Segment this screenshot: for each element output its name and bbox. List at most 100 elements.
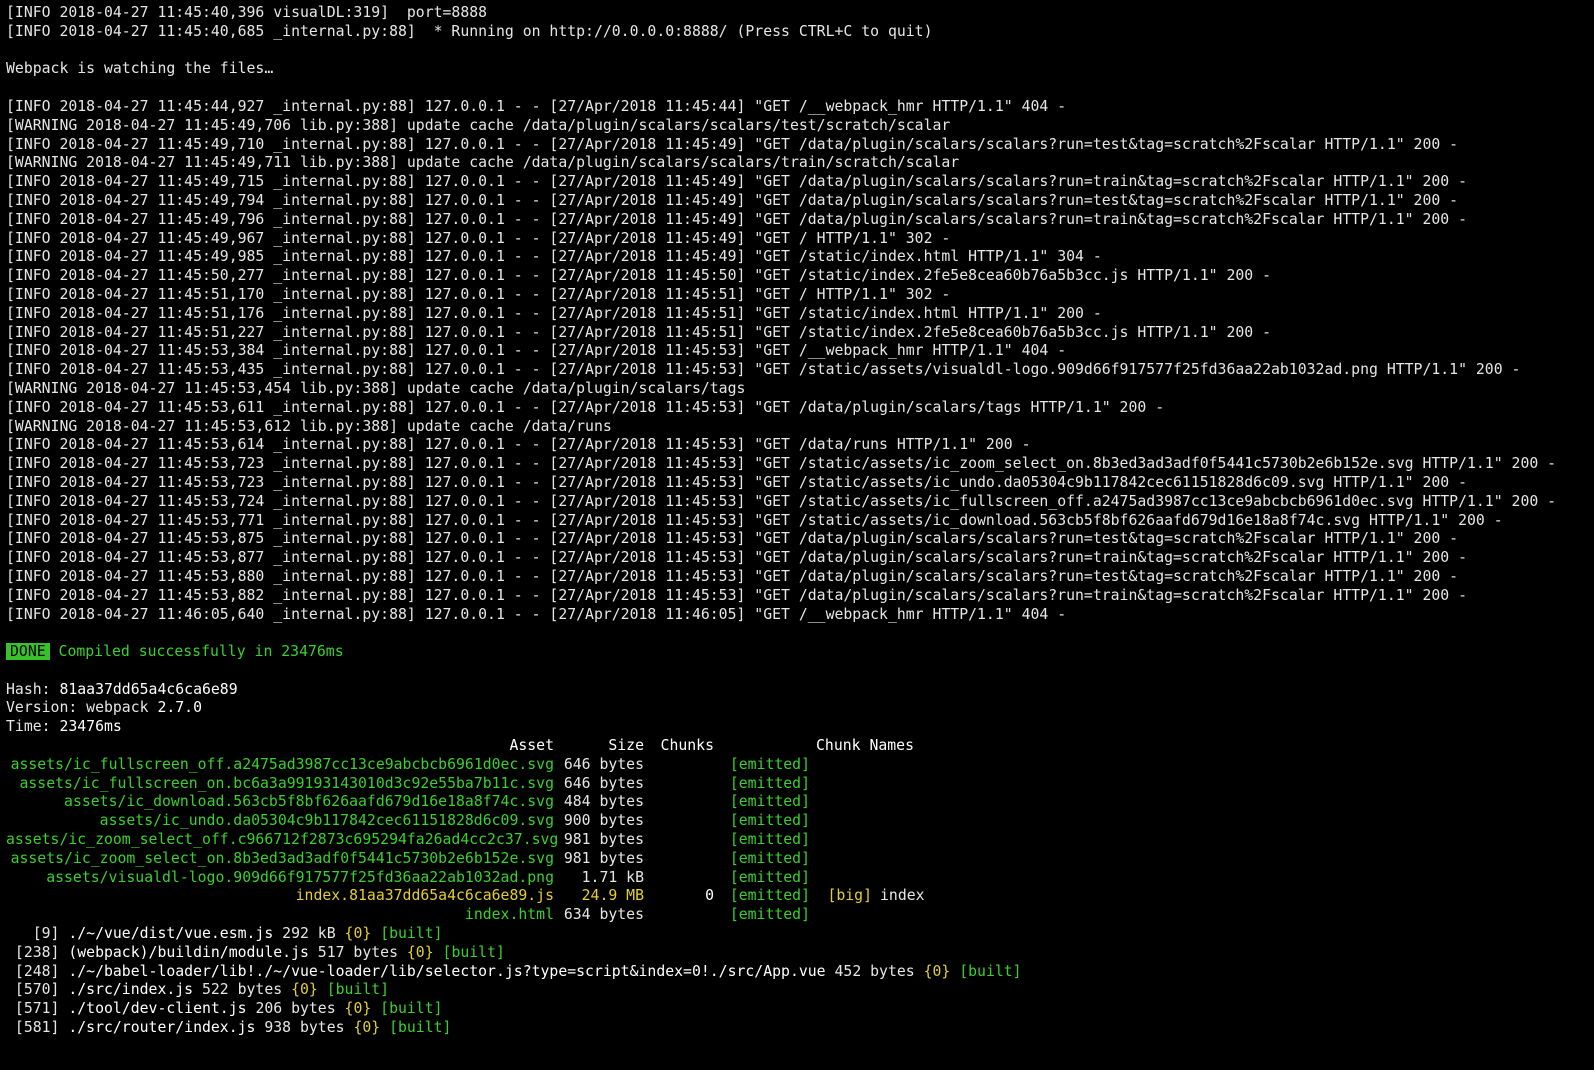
log-line: [INFO 2018-04-27 11:45:51,170 _internal.… xyxy=(6,285,951,303)
asset-row: assets/ic_zoom_select_off.c966712f2873c6… xyxy=(6,831,1594,850)
log-line: [WARNING 2018-04-27 11:45:49,706 lib.py:… xyxy=(6,116,951,134)
log-line: [INFO 2018-04-27 11:45:53,611 _internal.… xyxy=(6,398,1165,416)
asset-size: 981 bytes xyxy=(563,849,644,867)
asset-emitted-flag: [emitted] xyxy=(729,774,810,792)
module-status: [built] xyxy=(371,1000,443,1018)
log-line: [WARNING 2018-04-27 11:45:53,454 lib.py:… xyxy=(6,379,746,397)
asset-row: assets/ic_fullscreen_on.bc6a3a9919314301… xyxy=(6,775,1594,794)
asset-size: 646 bytes xyxy=(563,755,644,773)
module-id: [248] xyxy=(6,962,69,980)
asset-size: 900 bytes xyxy=(563,812,644,830)
module-chunk: {0} xyxy=(406,943,434,961)
asset-filename: assets/ic_zoom_select_on.8b3ed3ad3adf0f5… xyxy=(10,849,554,867)
module-status: [built] xyxy=(317,981,390,999)
log-line: [INFO 2018-04-27 11:45:44,927 _internal.… xyxy=(6,97,1067,115)
asset-size: 646 bytes xyxy=(563,774,644,792)
module-row: [570] ./src/index.js 522 bytes {0} [buil… xyxy=(6,981,1594,1000)
module-chunk: {0} xyxy=(344,1000,372,1018)
header-asset: Asset xyxy=(509,737,554,755)
asset-row: assets/ic_fullscreen_off.a2475ad3987cc13… xyxy=(6,756,1594,775)
module-size: 938 bytes xyxy=(255,1019,354,1037)
log-line: [INFO 2018-04-27 11:45:40,396 visualDL:3… xyxy=(6,4,488,21)
header-chunk-names: Chunk Names xyxy=(816,737,914,755)
hash-value: 81aa37dd65a4c6ca6e89 xyxy=(59,680,238,698)
log-line: [INFO 2018-04-27 11:45:53,875 _internal.… xyxy=(6,530,1459,548)
asset-chunk-name: index xyxy=(880,887,925,905)
log-line: [INFO 2018-04-27 11:45:53,384 _internal.… xyxy=(6,342,1067,360)
log-line: [INFO 2018-04-27 11:45:53,614 _internal.… xyxy=(6,436,1031,454)
log-line: [WARNING 2018-04-27 11:45:49,711 lib.py:… xyxy=(6,154,960,172)
module-row: [238] (webpack)/buildin/module.js 517 by… xyxy=(6,944,1594,963)
version-label: Version: webpack xyxy=(6,699,158,717)
asset-filename: index.81aa37dd65a4c6ca6e89.js xyxy=(295,887,554,905)
log-line: [INFO 2018-04-27 11:45:49,985 _internal.… xyxy=(6,248,1102,266)
log-line: [INFO 2018-04-27 11:45:49,794 _internal.… xyxy=(6,191,1459,209)
module-chunk: {0} xyxy=(291,981,318,999)
log-line: [INFO 2018-04-27 11:45:51,227 _internal.… xyxy=(6,323,1272,341)
modules-list: [9] ./~/vue/dist/vue.esm.js 292 kB {0} [… xyxy=(6,925,1594,1038)
module-id: [238] xyxy=(6,943,69,961)
version-line: Version: webpack 2.7.0 xyxy=(6,699,1594,718)
log-line: [INFO 2018-04-27 11:45:53,723 _internal.… xyxy=(6,455,1557,473)
hash-line: Hash: 81aa37dd65a4c6ca6e89 xyxy=(6,681,1594,700)
log-line: [INFO 2018-04-27 11:45:50,277 _internal.… xyxy=(6,267,1272,285)
asset-emitted-flag: [emitted] xyxy=(729,906,810,924)
asset-row: index.html 634 bytes [emitted] xyxy=(6,906,1594,925)
asset-emitted-flag: [emitted] xyxy=(729,849,810,867)
asset-filename: assets/ic_download.563cb5f8bf626aafd679d… xyxy=(64,793,554,811)
module-path: ./src/router/index.js xyxy=(68,1019,256,1037)
asset-row: assets/ic_download.563cb5f8bf626aafd679d… xyxy=(6,793,1594,812)
asset-size: 1.71 kB xyxy=(581,868,644,886)
asset-row: assets/visualdl-logo.909d66f917577f25fd3… xyxy=(6,869,1594,888)
log-line: [INFO 2018-04-27 11:45:53,724 _internal.… xyxy=(6,492,1557,510)
module-size: 517 bytes xyxy=(308,943,407,961)
log-line: [INFO 2018-04-27 11:45:49,796 _internal.… xyxy=(6,210,1467,228)
module-path: ./~/vue/dist/vue.esm.js xyxy=(68,925,274,943)
assets-table-header: Asset Size Chunks Chunk Names xyxy=(6,737,1594,756)
asset-big-flag: [big] xyxy=(827,887,872,905)
assets-table-body: assets/ic_fullscreen_off.a2475ad3987cc13… xyxy=(6,756,1594,925)
asset-emitted-flag: [emitted] xyxy=(729,793,810,811)
module-row: [571] ./tool/dev-client.js 206 bytes {0}… xyxy=(6,1000,1594,1019)
time-value: 23476ms xyxy=(59,718,122,736)
log-line: [INFO 2018-04-27 11:45:53,435 _internal.… xyxy=(6,361,1521,379)
module-chunk: {0} xyxy=(344,925,372,943)
module-status: [built] xyxy=(380,1019,452,1037)
log-line: [INFO 2018-04-27 11:45:49,715 _internal.… xyxy=(6,173,1467,191)
log-line: [INFO 2018-04-27 11:45:53,723 _internal.… xyxy=(6,473,1467,491)
asset-emitted-flag: [emitted] xyxy=(729,887,810,905)
asset-size: 484 bytes xyxy=(563,793,644,811)
log-line: Webpack is watching the files… xyxy=(6,60,274,78)
log-line: [INFO 2018-04-27 11:45:53,771 _internal.… xyxy=(6,511,1503,529)
server-log-output: [INFO 2018-04-27 11:45:40,396 visualDL:3… xyxy=(6,4,1594,624)
module-id: [9] xyxy=(6,925,69,943)
build-status-line: DONE Compiled successfully in 23476ms xyxy=(6,643,1594,662)
module-row: [248] ./~/babel-loader/lib!./~/vue-loade… xyxy=(6,963,1594,982)
log-line: [INFO 2018-04-27 11:46:05,640 _internal.… xyxy=(6,605,1067,623)
module-size: 522 bytes xyxy=(193,981,292,999)
module-status: [built] xyxy=(950,962,1022,980)
module-path: ./src/index.js xyxy=(68,981,194,999)
module-chunk: {0} xyxy=(923,962,951,980)
asset-filename: index.html xyxy=(464,906,554,924)
log-line: [INFO 2018-04-27 11:45:53,877 _internal.… xyxy=(6,549,1467,567)
asset-filename: assets/ic_fullscreen_on.bc6a3a9919314301… xyxy=(19,774,554,792)
asset-row: assets/ic_zoom_select_on.8b3ed3ad3adf0f5… xyxy=(6,850,1594,869)
header-chunks: Chunks xyxy=(660,737,714,755)
module-path: (webpack)/buildin/module.js xyxy=(68,943,309,961)
version-value: 2.7.0 xyxy=(157,699,202,717)
time-line: Time: 23476ms xyxy=(6,718,1594,737)
terminal-window[interactable]: [INFO 2018-04-27 11:45:40,396 visualDL:3… xyxy=(0,0,1594,1070)
hash-label: Hash: xyxy=(6,680,60,698)
log-line: [INFO 2018-04-27 11:45:49,710 _internal.… xyxy=(6,135,1459,153)
module-status: [built] xyxy=(371,925,443,943)
time-label: Time: xyxy=(6,718,60,736)
asset-emitted-flag: [emitted] xyxy=(729,755,810,773)
log-line: [WARNING 2018-04-27 11:45:53,612 lib.py:… xyxy=(6,417,612,435)
asset-filename: assets/ic_zoom_select_off.c966712f2873c6… xyxy=(6,831,559,849)
asset-emitted-flag: [emitted] xyxy=(729,868,810,886)
asset-size: 24.9 MB xyxy=(581,887,644,905)
